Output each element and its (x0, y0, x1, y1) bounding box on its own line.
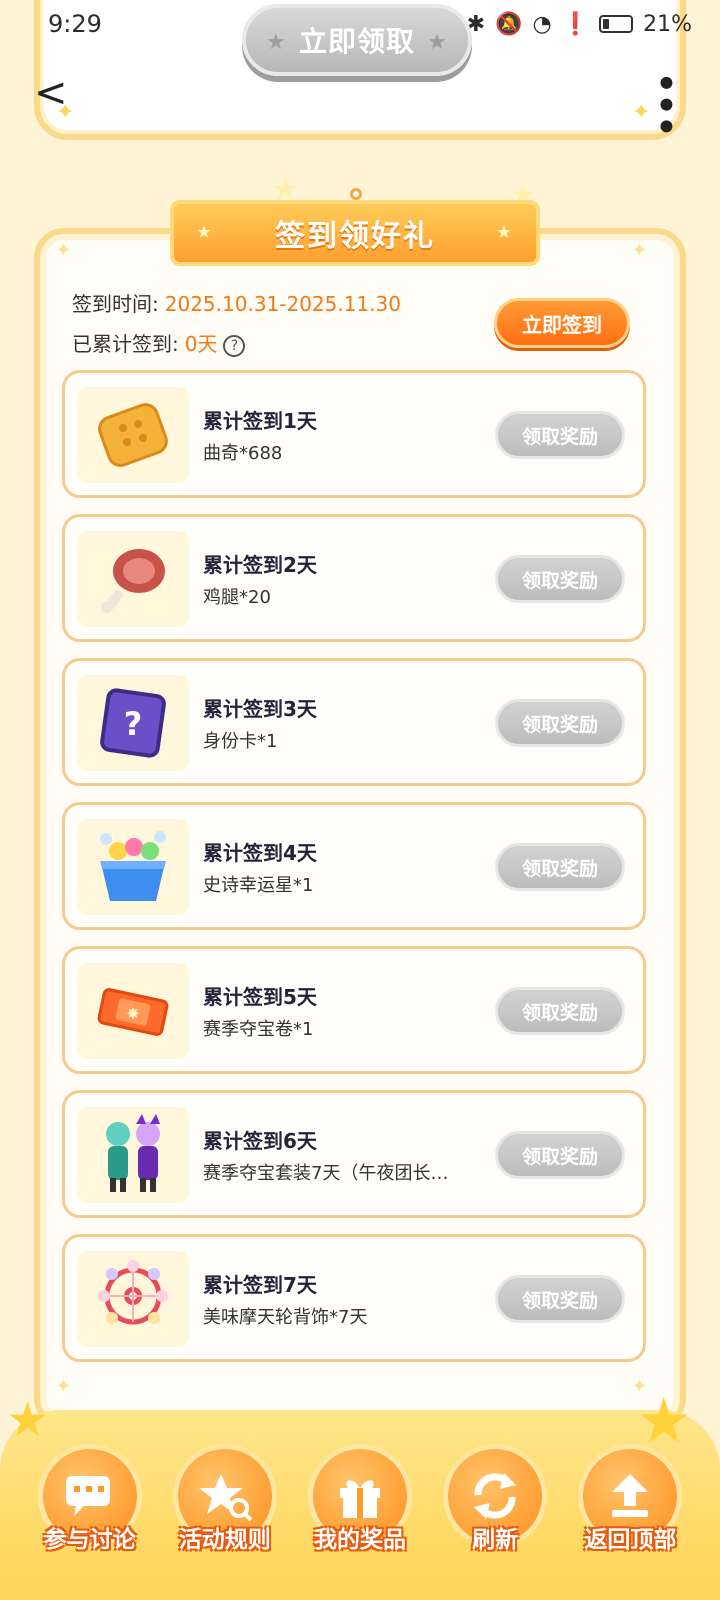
nav-refresh[interactable]: 刷新 (435, 1440, 555, 1600)
drumstick-icon (77, 531, 189, 627)
reward-desc: 史诗幸运星*1 (203, 875, 314, 896)
star-icon: ★ (427, 30, 448, 55)
bottom-nav: 参与讨论 活动规则 我的奖品 刷新 返回顶部 (0, 1440, 720, 1600)
nav-label: 活动规则 (178, 1527, 271, 1553)
ribbon-hole (350, 188, 362, 200)
reward-item: 累计签到2天 鸡腿*20 领取奖励 (62, 514, 646, 642)
reward-title: 累计签到5天 (203, 985, 317, 1009)
reward-desc: 赛季夺宝套装7天（午夜团长… (203, 1163, 449, 1184)
reward-item: ? 累计签到3天 身份卡*1 领取奖励 (62, 658, 646, 786)
claim-reward-button[interactable]: 领取奖励 (495, 555, 625, 603)
star-icon: ★ (266, 30, 287, 55)
claim-reward-button[interactable]: 领取奖励 (495, 1131, 625, 1179)
reward-title: 累计签到7天 (203, 1273, 317, 1297)
star-icon: ★ (196, 222, 215, 243)
reward-item: ✸ 累计签到5天 赛季夺宝卷*1 领取奖励 (62, 946, 646, 1074)
alert-icon: ❗ (561, 11, 590, 37)
claim-now-label: 立即领取 (298, 25, 415, 58)
claim-reward-button[interactable]: 领取奖励 (495, 1275, 625, 1323)
period-label: 签到时间: (72, 292, 159, 316)
cookie-icon (77, 387, 189, 483)
nav-rules[interactable]: 活动规则 (165, 1440, 285, 1600)
reward-desc: 身份卡*1 (203, 731, 278, 752)
reward-item: 累计签到7天 美味摩天轮背饰*7天 领取奖励 (62, 1234, 646, 1362)
reward-desc: 美味摩天轮背饰*7天 (203, 1307, 368, 1328)
panel-title: ★ 签到领好礼 ★ (170, 200, 540, 266)
reward-item: 累计签到1天 曲奇*688 领取奖励 (62, 370, 646, 498)
period-value: 2025.10.31-2025.11.30 (164, 292, 401, 316)
nav-label: 参与讨论 (43, 1527, 136, 1553)
reward-desc: 曲奇*688 (203, 443, 283, 464)
reward-desc: 赛季夺宝卷*1 (203, 1019, 314, 1040)
nav-label: 返回顶部 (584, 1527, 677, 1553)
nav-label: 我的奖品 (313, 1527, 406, 1553)
signin-accumulated: 已累计签到: 0天? (72, 328, 246, 357)
panel-title-text: 签到领好礼 (275, 219, 435, 254)
reward-title: 累计签到4天 (203, 841, 317, 865)
costume-icon (77, 1107, 189, 1203)
sparkle-icon: ✦ (56, 240, 72, 261)
reward-title: 累计签到6天 (203, 1129, 317, 1153)
nav-my-prizes[interactable]: 我的奖品 (300, 1440, 420, 1600)
lucky-box-icon (77, 819, 189, 915)
signin-now-button[interactable]: 立即签到 (494, 298, 630, 348)
more-options-icon[interactable]: ••• (645, 72, 685, 137)
claim-now-button[interactable]: ★ 立即领取 ★ (242, 4, 472, 76)
nav-back-to-top[interactable]: 返回顶部 (570, 1440, 690, 1600)
reward-item: 累计签到6天 赛季夺宝套装7天（午夜团长… 领取奖励 (62, 1090, 646, 1218)
sparkle-icon: ✦ (632, 100, 651, 125)
mute-icon: 🔕 (495, 11, 523, 37)
svg-text:?: ? (124, 705, 143, 743)
status-icons: ✱ 🔕 ◔ ❗ 21% (467, 12, 692, 37)
sparkle-icon: ✦ (632, 240, 648, 261)
ferris-wheel-icon (77, 1251, 189, 1347)
accum-label: 已累计签到: (72, 332, 179, 356)
reward-title: 累计签到2天 (203, 553, 317, 577)
wifi-icon: ◔ (532, 11, 552, 37)
battery-percent: 21% (643, 11, 692, 37)
status-time: 9:29 (48, 10, 102, 38)
ticket-icon: ✸ (77, 963, 189, 1059)
help-icon[interactable]: ? (223, 334, 246, 357)
sparkle-icon: ✦ (56, 1376, 72, 1397)
battery-icon (599, 15, 634, 33)
reward-title: 累计签到3天 (203, 697, 317, 721)
claim-reward-button[interactable]: 领取奖励 (495, 699, 625, 747)
star-icon: ★ (495, 222, 514, 243)
reward-title: 累计签到1天 (203, 409, 317, 433)
signin-period: 签到时间: 2025.10.31-2025.11.30 (72, 288, 401, 317)
mystery-card-icon: ? (77, 675, 189, 771)
claim-reward-button[interactable]: 领取奖励 (495, 411, 625, 459)
claim-reward-button[interactable]: 领取奖励 (495, 987, 625, 1035)
nav-discussion[interactable]: 参与讨论 (30, 1440, 150, 1600)
reward-desc: 鸡腿*20 (203, 587, 271, 608)
reward-item: 累计签到4天 史诗幸运星*1 领取奖励 (62, 802, 646, 930)
svg-text:✸: ✸ (126, 1004, 139, 1023)
accum-value: 0天 (184, 332, 218, 356)
sparkle-icon: ✦ (56, 100, 75, 125)
nav-label: 刷新 (472, 1527, 519, 1553)
claim-reward-button[interactable]: 领取奖励 (495, 843, 625, 891)
